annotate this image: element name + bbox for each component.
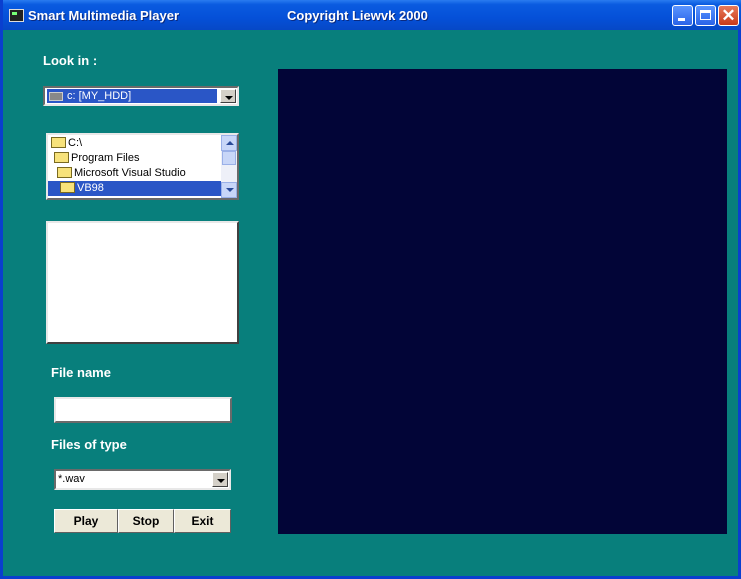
directory-item-selected[interactable]: VB98 [48, 181, 221, 196]
chevron-down-icon[interactable] [212, 472, 228, 487]
minimize-icon [678, 18, 685, 21]
file-type-select[interactable]: *.wav [54, 469, 231, 490]
chevron-down-icon[interactable] [220, 89, 236, 103]
maximize-icon [700, 10, 711, 20]
folder-open-icon [57, 166, 72, 178]
file-type-value: *.wav [58, 473, 85, 485]
window-title: Smart Multimedia Player [28, 8, 179, 23]
scroll-down-icon[interactable] [221, 182, 237, 198]
exit-button[interactable]: Exit [174, 509, 231, 533]
scroll-thumb[interactable] [222, 151, 236, 165]
stop-button[interactable]: Stop [118, 509, 174, 533]
minimize-button[interactable] [672, 5, 693, 26]
title-bar[interactable]: Smart Multimedia Player Copyright Liewvk… [3, 0, 741, 30]
scroll-up-icon[interactable] [221, 135, 237, 151]
file-name-label: File name [51, 365, 111, 380]
look-in-label: Look in : [43, 53, 98, 68]
play-button[interactable]: Play [54, 509, 118, 533]
maximize-button[interactable] [695, 5, 716, 26]
folder-open-icon [54, 151, 69, 163]
files-of-type-label: Files of type [51, 437, 127, 452]
copyright-text: Copyright Liewvk 2000 [287, 8, 428, 23]
media-display [278, 69, 727, 534]
directory-item[interactable]: Microsoft Visual Studio [57, 166, 186, 181]
folder-open-icon [60, 181, 75, 193]
drive-select-value: c: [MY_HDD] [47, 89, 217, 103]
directory-scrollbar[interactable] [221, 135, 237, 198]
close-button[interactable]: ✕ [718, 5, 739, 26]
directory-item[interactable]: Program Files [54, 151, 139, 166]
file-list[interactable] [46, 221, 239, 344]
app-icon[interactable] [9, 9, 24, 22]
main-window: Smart Multimedia Player Copyright Liewvk… [0, 0, 741, 579]
drive-select[interactable]: c: [MY_HDD] [43, 86, 239, 106]
close-icon: ✕ [721, 6, 736, 25]
directory-list[interactable]: C:\ Program Files Microsoft Visual Studi… [46, 133, 239, 200]
folder-open-icon [51, 136, 66, 148]
directory-item[interactable]: C:\ [51, 136, 82, 151]
drive-name: c: [MY_HDD] [67, 90, 132, 102]
file-name-input[interactable] [54, 397, 232, 423]
hard-drive-icon [49, 91, 63, 101]
